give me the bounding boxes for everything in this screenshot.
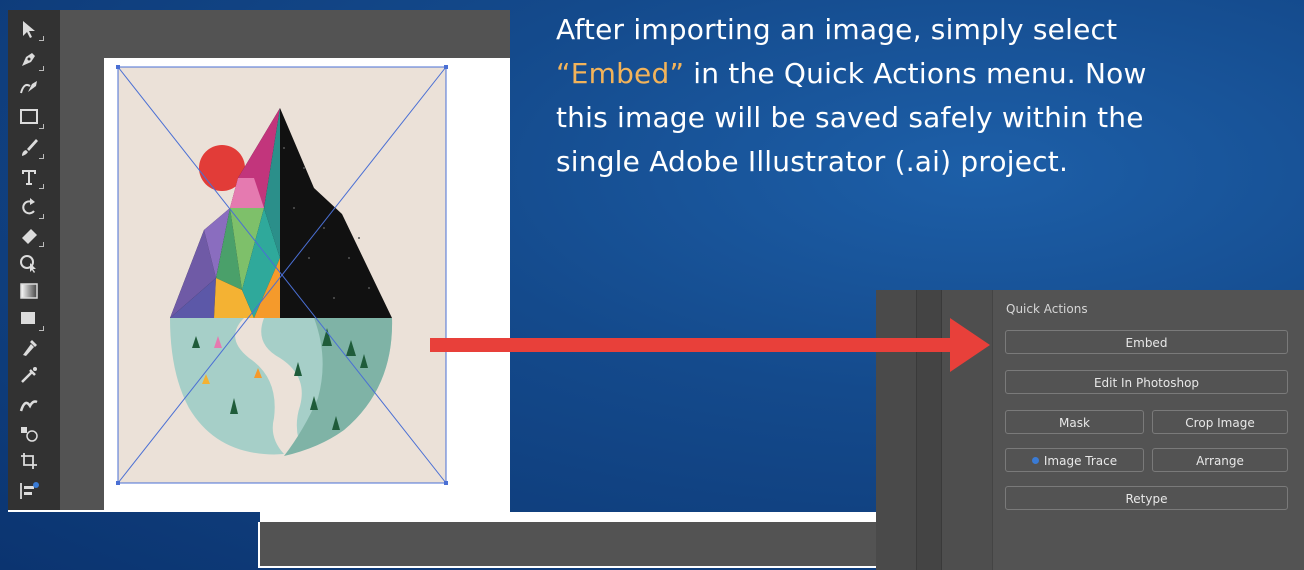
pen-tool-icon[interactable] <box>18 48 44 71</box>
shape-builder-tool-icon[interactable] <box>18 252 40 274</box>
caption-line-4: single Adobe Illustrator (.ai) project. <box>556 145 1069 178</box>
curvature-tool-icon[interactable] <box>18 76 40 98</box>
image-trace-button[interactable]: Image Trace <box>1005 448 1144 472</box>
retype-button[interactable]: Retype <box>1005 486 1288 510</box>
embed-highlight: “Embed” <box>556 57 685 90</box>
gradient-tool-icon[interactable] <box>18 280 40 302</box>
rectangle-tool-icon[interactable] <box>18 106 44 129</box>
artboard <box>104 58 510 510</box>
image-trace-dot-icon <box>1031 457 1039 464</box>
caption-text: After importing an image, simply select … <box>556 8 1304 184</box>
arrange-button[interactable]: Arrange <box>1152 448 1288 472</box>
placed-image[interactable] <box>104 58 510 510</box>
rotate-tool-icon[interactable] <box>18 196 44 219</box>
illustrator-canvas <box>60 10 510 510</box>
arrow-right-icon <box>430 318 990 372</box>
graph-tool-icon[interactable] <box>18 480 40 502</box>
illustrator-screenshot <box>8 10 510 512</box>
blend-tool-icon[interactable] <box>18 308 44 331</box>
mask-button[interactable]: Mask <box>1005 410 1144 434</box>
embed-button[interactable]: Embed <box>1005 330 1288 354</box>
paintbrush-tool-icon[interactable] <box>18 136 44 159</box>
edit-in-photoshop-button[interactable]: Edit In Photoshop <box>1005 370 1288 394</box>
caption-line-2-rest: in the Quick Actions menu. Now <box>684 57 1147 90</box>
caption-line-1: After importing an image, simply select <box>556 13 1118 46</box>
type-tool-icon[interactable] <box>18 166 44 189</box>
eyedropper-tool-icon[interactable] <box>18 336 40 358</box>
crop-image-button[interactable]: Crop Image <box>1152 410 1288 434</box>
illustrator-canvas-lower <box>258 522 880 568</box>
image-trace-label: Image Trace <box>1043 454 1118 468</box>
slice-tool-icon[interactable] <box>18 450 40 472</box>
symbol-sprayer-tool-icon[interactable] <box>18 394 40 416</box>
selection-tool-icon[interactable] <box>18 18 44 41</box>
puppet-warp-tool-icon[interactable] <box>18 364 40 386</box>
caption-line-3: this image will be saved safely within t… <box>556 101 1144 134</box>
tools-panel <box>8 10 60 510</box>
caption-line-2: “Embed” in the Quick Actions menu. Now <box>556 52 1304 96</box>
artboard-tool-icon[interactable] <box>18 422 40 444</box>
quick-actions-title: Quick Actions <box>1006 302 1088 316</box>
eraser-tool-icon[interactable] <box>18 224 44 247</box>
